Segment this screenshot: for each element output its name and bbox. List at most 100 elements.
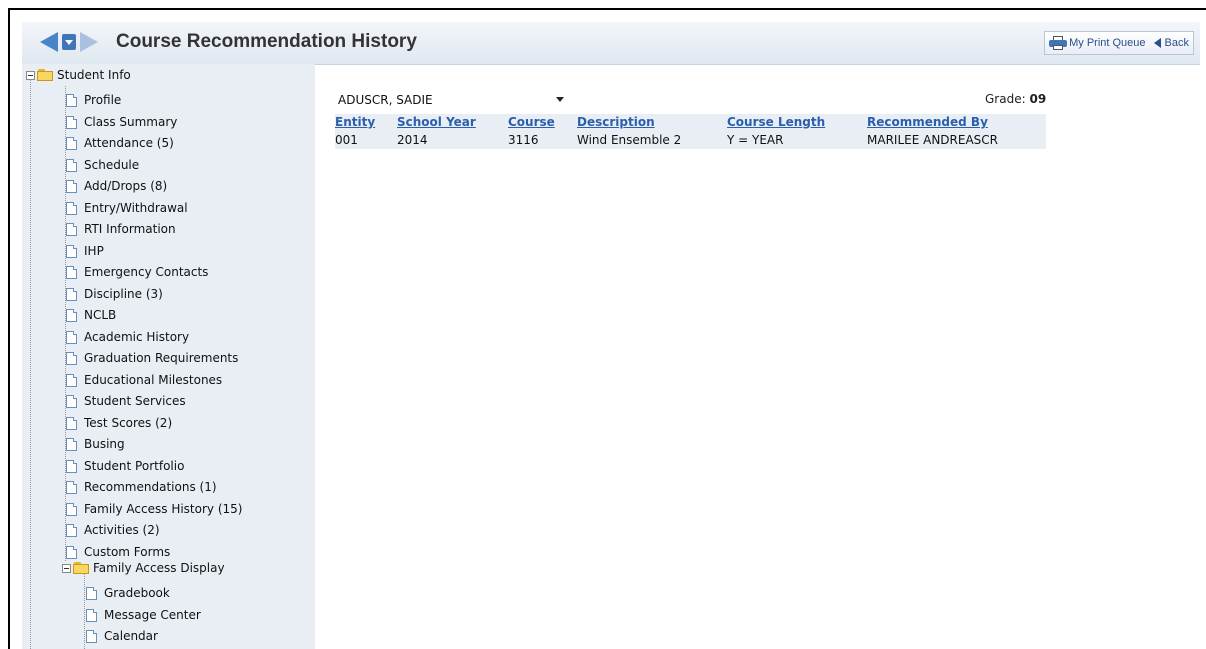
page-icon	[66, 523, 77, 537]
page-icon	[66, 179, 77, 193]
sidebar-item-label: Entry/Withdrawal	[84, 201, 188, 215]
print-queue-link[interactable]: My Print Queue	[1069, 37, 1145, 49]
column-header-description[interactable]: Description	[577, 115, 655, 129]
page-icon	[86, 629, 97, 643]
sidebar-item-label: Student Services	[84, 394, 186, 408]
sidebar-item-add-drops[interactable]: Add/Drops (8)	[66, 179, 167, 193]
sidebar-item-label: Educational Milestones	[84, 373, 223, 387]
sidebar-item-label: Profile	[84, 93, 122, 107]
history-dropdown-icon[interactable]	[62, 34, 76, 50]
tree-root-label: Student Info	[57, 68, 131, 82]
sidebar-item-test-scores[interactable]: Test Scores (2)	[66, 416, 172, 430]
cell-recommended-by: MARILEE ANDREASCR	[867, 133, 998, 147]
sidebar-item-attendance[interactable]: Attendance (5)	[66, 136, 174, 150]
folder-open-icon	[37, 69, 54, 81]
sidebar-item-calendar[interactable]: Calendar	[86, 629, 158, 643]
tree-folder-family-access-display[interactable]: Family Access Display	[62, 561, 225, 575]
sidebar-item-label: Class Summary	[84, 115, 178, 129]
tree-line	[30, 78, 31, 649]
sidebar-item-busing[interactable]: Busing	[66, 437, 125, 451]
sidebar-item-label: Message Center	[104, 608, 201, 622]
sidebar-item-label: Add/Drops (8)	[84, 179, 168, 193]
cell-course: 3116	[508, 133, 539, 147]
column-header-entity[interactable]: Entity	[335, 115, 375, 129]
forward-arrow-icon[interactable]	[80, 32, 98, 52]
sidebar-item-class-summary[interactable]: Class Summary	[66, 115, 177, 129]
sidebar-item-entry-withdrawal[interactable]: Entry/Withdrawal	[66, 201, 188, 215]
page-icon	[66, 287, 77, 301]
back-arrow-icon[interactable]	[40, 32, 58, 52]
grade-value: 09	[1029, 92, 1047, 106]
column-header-school-year[interactable]: School Year	[397, 115, 476, 129]
sidebar-item-student-portfolio[interactable]: Student Portfolio	[66, 459, 184, 473]
sidebar-item-rti-information[interactable]: RTI Information	[66, 222, 176, 236]
collapse-icon[interactable]	[26, 70, 35, 80]
back-link[interactable]: Back	[1165, 37, 1189, 49]
chevron-down-icon[interactable]	[556, 97, 564, 102]
sidebar-item-label: NCLB	[84, 308, 117, 322]
sidebar-item-label: Custom Forms	[84, 545, 171, 559]
tree-folder-label: Family Access Display	[93, 561, 225, 575]
sidebar-item-label: Activities (2)	[84, 523, 160, 537]
sidebar-item-family-access-history[interactable]: Family Access History (15)	[66, 502, 242, 516]
sidebar-item-custom-forms[interactable]: Custom Forms	[66, 545, 170, 559]
page-icon	[66, 373, 77, 387]
sidebar-item-graduation-requirements[interactable]: Graduation Requirements	[66, 351, 238, 365]
sidebar-item-schedule[interactable]: Schedule	[66, 158, 139, 172]
student-select-value: ADUSCR, SADIE	[338, 93, 433, 107]
student-select[interactable]: ADUSCR, SADIE	[338, 91, 566, 109]
sidebar-item-academic-history[interactable]: Academic History	[66, 330, 189, 344]
sidebar-item-emergency-contacts[interactable]: Emergency Contacts	[66, 265, 208, 279]
page-icon	[66, 480, 77, 494]
column-header-recommended-by[interactable]: Recommended By	[867, 115, 988, 129]
page-icon	[86, 586, 97, 600]
cell-entity: 001	[335, 133, 358, 147]
page-icon	[66, 308, 77, 322]
tree-line	[84, 574, 85, 649]
sidebar-item-label: Attendance (5)	[84, 136, 174, 150]
tree-root-student-info[interactable]: Student Info	[26, 68, 131, 82]
page-title: Course Recommendation History	[116, 31, 417, 52]
sidebar-item-activities[interactable]: Activities (2)	[66, 523, 160, 537]
table-row: 001 2014 3116 Wind Ensemble 2 Y = YEAR M…	[335, 132, 1046, 149]
sidebar-item-gradebook[interactable]: Gradebook	[86, 586, 170, 600]
sidebar-item-message-center[interactable]: Message Center	[86, 608, 201, 622]
sidebar-item-label: IHP	[84, 244, 104, 258]
page-icon	[66, 244, 77, 258]
sidebar-item-nclb[interactable]: NCLB	[66, 308, 116, 322]
sidebar-item-educational-milestones[interactable]: Educational Milestones	[66, 373, 222, 387]
page-icon	[66, 437, 77, 451]
sidebar-item-label: Test Scores (2)	[84, 416, 173, 430]
cell-description: Wind Ensemble 2	[577, 133, 682, 147]
page-icon	[66, 265, 77, 279]
sidebar-item-profile[interactable]: Profile	[66, 93, 121, 107]
sidebar-item-label: Graduation Requirements	[84, 351, 239, 365]
nav-buttons	[40, 32, 98, 52]
sidebar-item-label: Academic History	[84, 330, 190, 344]
sidebar-item-label: Discipline (3)	[84, 287, 163, 301]
collapse-icon[interactable]	[62, 563, 71, 573]
page-icon	[66, 93, 77, 107]
sidebar-item-ihp[interactable]: IHP	[66, 244, 104, 258]
table-header-row: Entity School Year Course Description Co…	[335, 114, 1046, 132]
page-icon	[66, 545, 77, 559]
page-icon	[66, 459, 77, 473]
sidebar-item-discipline[interactable]: Discipline (3)	[66, 287, 163, 301]
folder-open-icon	[73, 562, 90, 574]
cell-course-length: Y = YEAR	[727, 133, 784, 147]
column-header-course[interactable]: Course	[508, 115, 555, 129]
sidebar-item-label: Busing	[84, 437, 125, 451]
page-icon	[66, 351, 77, 365]
sidebar-item-student-services[interactable]: Student Services	[66, 394, 186, 408]
back-triangle-icon[interactable]	[1153, 38, 1161, 48]
sidebar-tree: Student Info Profile Class Summary Atten…	[22, 64, 315, 649]
grade-display: Grade: 09	[985, 92, 1046, 106]
page-icon	[66, 394, 77, 408]
printer-icon[interactable]	[1049, 36, 1068, 50]
sidebar-item-label: Calendar	[104, 629, 158, 643]
sidebar-item-label: Gradebook	[104, 586, 170, 600]
page-icon	[86, 608, 97, 622]
column-header-course-length[interactable]: Course Length	[727, 115, 825, 129]
page-icon	[66, 136, 77, 150]
sidebar-item-recommendations[interactable]: Recommendations (1)	[66, 480, 217, 494]
